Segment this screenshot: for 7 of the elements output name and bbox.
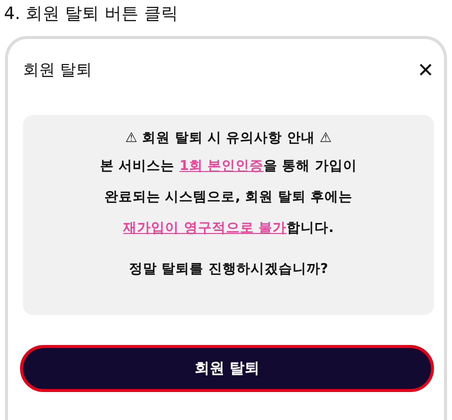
step-heading: 4. 회원 탈퇴 버튼 클릭	[3, 3, 179, 26]
withdraw-button[interactable]: 회원 탈퇴	[20, 345, 434, 392]
notice-title: ⚠ 회원 탈퇴 시 유의사항 안내 ⚠	[125, 129, 332, 147]
notice-text: 본 서비스는 1회 본인인증을 통해 가입이 완료되는 시스템으로, 회원 탈퇴 후에는 재가입이 영구적으로 불가합니다.	[99, 157, 358, 238]
confirm-question: 정말 탈퇴를 진행하시겠습니까?	[128, 260, 328, 278]
dialog-title: 회원 탈퇴	[23, 60, 92, 80]
close-button[interactable]: ✕	[417, 58, 434, 82]
